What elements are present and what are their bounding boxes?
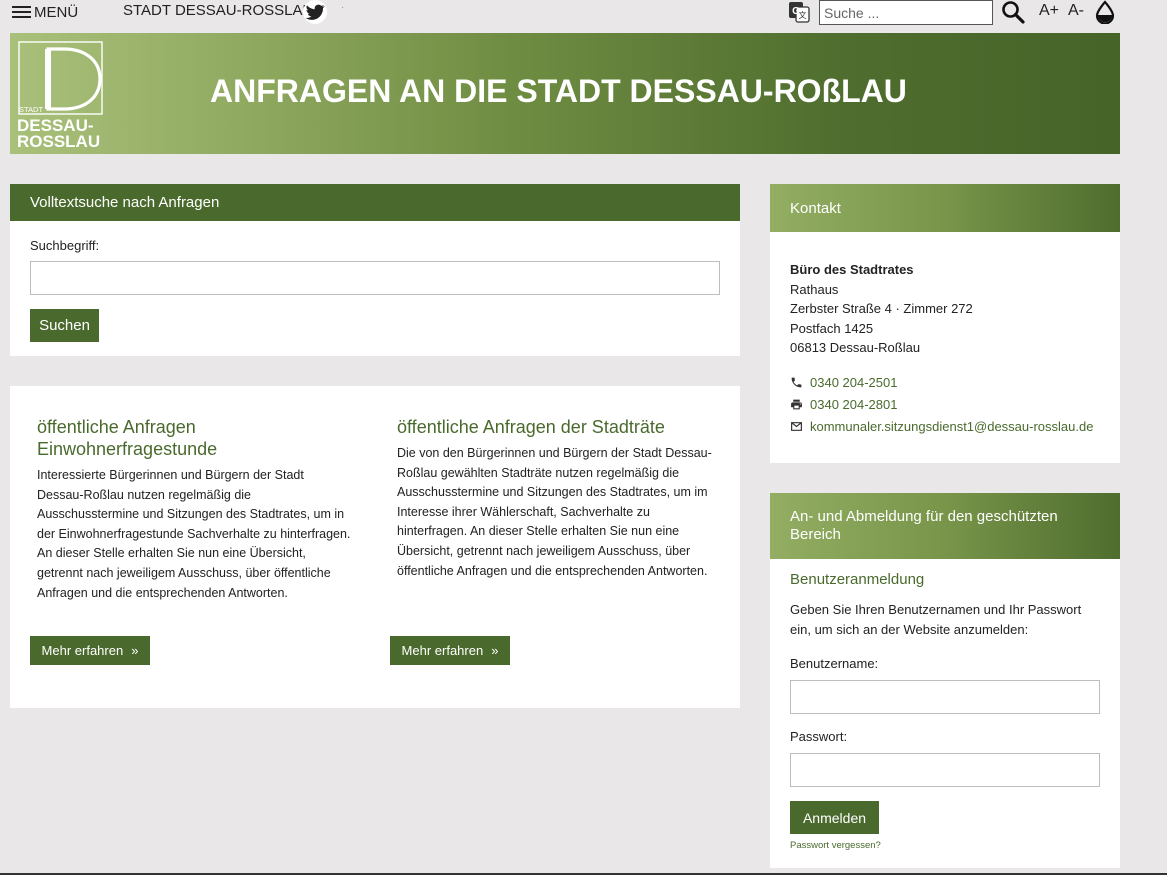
more-info-button-einwohner[interactable]: Mehr erfahren » (30, 636, 150, 665)
double-chevron-right-icon: » (131, 643, 139, 658)
fulltext-search-panel: Volltextsuche nach Anfragen Suchbegriff:… (10, 184, 740, 356)
search-term-label: Suchbegriff: (30, 238, 100, 253)
anfragen-text: Interessierte Bürgerinnen und Bürgern de… (37, 468, 351, 600)
top-bar: MENÜ STADT DESSAU-ROSSLAU · G 文 A+ A- (0, 0, 1167, 26)
login-panel: An- und Abmeldung für den geschützten Be… (770, 493, 1120, 868)
contact-email: kommunaler.sitzungsdienst1@dessau-rossla… (810, 418, 1094, 434)
contact-email-link[interactable]: kommunaler.sitzungsdienst1@dessau-rossla… (790, 415, 1093, 437)
login-intro: Geben Sie Ihren Benutzernamen und Ihr Pa… (790, 602, 1082, 637)
hamburger-icon (12, 5, 31, 19)
phone-icon (791, 377, 802, 387)
anfragen-text: Die von den Bürgerinnen und Bürgern der … (397, 446, 712, 578)
contact-street: Zerbster Straße 4 · Zimmer 272 (790, 301, 973, 316)
contact-po-box: Postfach 1425 (790, 320, 874, 336)
search-input[interactable] (819, 0, 993, 25)
search-icon[interactable] (1001, 0, 1025, 24)
site-title-link[interactable]: STADT DESSAU-ROSSLAU (123, 2, 313, 19)
password-field[interactable] (790, 753, 1100, 787)
contrast-icon[interactable] (1094, 0, 1116, 25)
anfragen-column-stadtraete: öffentliche Anfragen der Stadträte Die v… (397, 416, 717, 581)
login-button[interactable]: Anmelden (790, 801, 879, 834)
contact-organization: Büro des Stadtrates (790, 262, 914, 277)
contact-phone-link[interactable]: 0340 204-2501 (790, 371, 1093, 393)
header-banner: STADT DESSAU- ROSSLAU ANFRAGEN AN DIE ST… (10, 33, 1120, 154)
password-label: Passwort: (790, 729, 848, 744)
contact-heading: Kontakt (770, 184, 1120, 232)
login-subheading: Benutzeranmeldung (790, 571, 925, 588)
logo-small-text: STADT (19, 105, 43, 114)
username-label: Benutzername: (790, 656, 879, 671)
contact-building: Rathaus (790, 281, 839, 297)
anfragen-panel: öffentliche Anfragen Einwohnerfragestund… (10, 386, 740, 708)
username-field[interactable] (790, 680, 1100, 714)
page-title: ANFRAGEN AN DIE STADT DESSAU-ROßLAU (210, 73, 907, 109)
font-decrease-button[interactable]: A- (1068, 2, 1084, 20)
twitter-icon[interactable] (303, 0, 327, 24)
more-info-label: Mehr erfahren (401, 643, 484, 658)
printer-icon (791, 399, 802, 409)
font-increase-button[interactable]: A+ (1039, 2, 1059, 20)
svg-text:文: 文 (799, 10, 807, 20)
login-heading: An- und Abmeldung für den geschützten Be… (770, 493, 1120, 559)
search-term-input[interactable] (30, 261, 720, 295)
separator-dot: · (341, 2, 345, 13)
contact-address: Büro des Stadtrates Rathaus Zerbster Str… (790, 260, 973, 358)
search-panel-heading: Volltextsuche nach Anfragen (10, 184, 740, 221)
menu-label: MENÜ (34, 3, 79, 21)
contact-phone: 0340 204-2501 (810, 374, 898, 390)
logo-line2: ROSSLAU (17, 132, 100, 149)
menu-button[interactable]: MENÜ (12, 2, 78, 22)
more-info-label: Mehr erfahren (41, 643, 124, 658)
contact-links: 0340 204-2501 0340 204-2801 kommunaler.s… (790, 371, 1093, 437)
search-submit-button[interactable]: Suchen (30, 309, 99, 342)
anfragen-title: öffentliche Anfragen der Stadträte (397, 417, 665, 437)
forgot-password-link[interactable]: Passwort vergessen? (790, 840, 881, 851)
contact-fax: 0340 204-2801 (810, 396, 898, 412)
translate-icon[interactable]: G 文 (788, 1, 810, 23)
city-logo[interactable]: STADT DESSAU- ROSSLAU (16, 41, 106, 151)
contact-fax-link[interactable]: 0340 204-2801 (790, 393, 1093, 415)
contact-panel: Kontakt Büro des Stadtrates Rathaus Zerb… (770, 184, 1120, 463)
mail-icon (791, 421, 802, 431)
anfragen-column-einwohner: öffentliche Anfragen Einwohnerfragestund… (37, 416, 352, 603)
anfragen-title: öffentliche Anfragen Einwohnerfragestund… (37, 417, 218, 459)
contact-city: 06813 Dessau-Roßlau (790, 340, 921, 355)
more-info-button-stadtraete[interactable]: Mehr erfahren » (390, 636, 510, 665)
double-chevron-right-icon: » (491, 643, 499, 658)
